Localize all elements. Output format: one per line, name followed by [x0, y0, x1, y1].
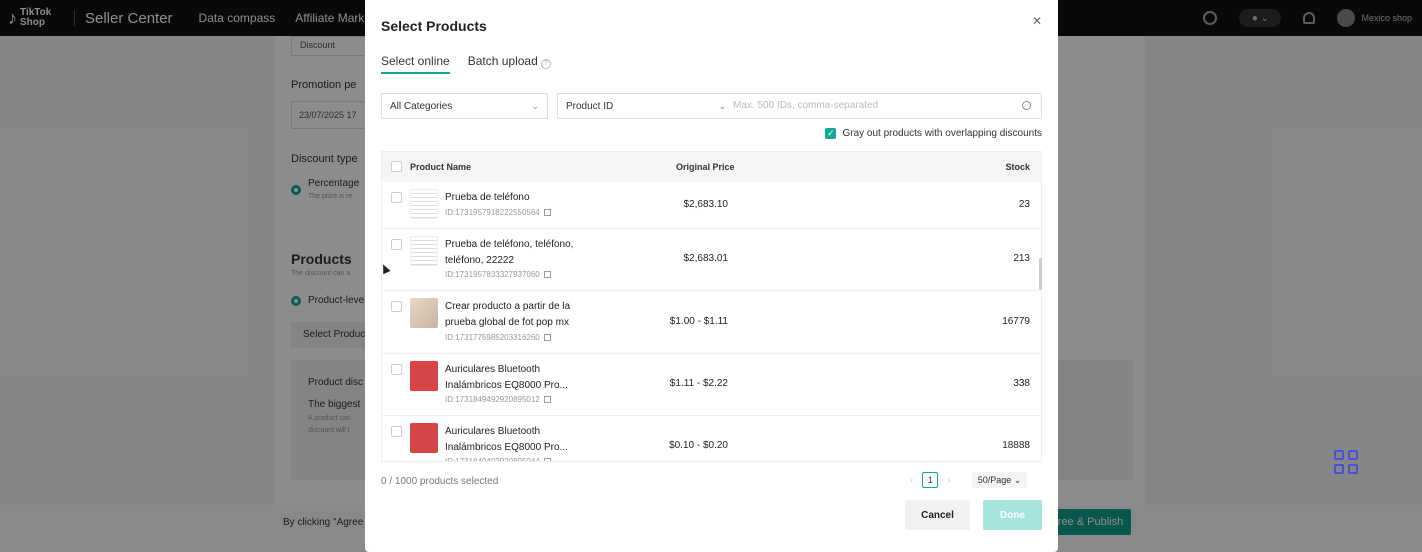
search-icon[interactable]	[1022, 101, 1031, 110]
select-all-checkbox[interactable]	[391, 161, 402, 172]
copy-icon[interactable]	[543, 271, 551, 279]
category-select[interactable]: All Categories ⌄	[381, 93, 548, 119]
products-table: Product Name Original Price Stock Prueba…	[381, 151, 1042, 462]
product-price: $1.00 - $1.11	[669, 316, 728, 327]
chevron-right-icon[interactable]: ›	[947, 475, 950, 486]
tab-batch-upload-label: Batch upload	[467, 54, 538, 68]
row-checkbox[interactable]	[391, 192, 402, 203]
product-name: Crear producto a partir de la prueba glo…	[445, 301, 571, 328]
gray-out-option[interactable]: ✓ Gray out products with overlapping dis…	[825, 128, 1042, 139]
table-header: Product Name Original Price Stock	[382, 152, 1041, 182]
product-thumbnail	[410, 423, 438, 453]
product-id-text: ID:1731957833327937060	[445, 270, 540, 279]
product-search-bar[interactable]: Product ID ⌄ Max. 500 IDs, comma-separat…	[557, 93, 1042, 119]
product-id: ID:1731849492920895012	[445, 395, 551, 404]
product-price: $0.10 - $0.20	[669, 440, 728, 451]
help-icon[interactable]: ?	[540, 59, 551, 69]
search-type-select[interactable]: Product ID ⌄	[566, 101, 726, 112]
product-id-text: ID:1731849492920895044	[445, 457, 540, 462]
per-page-select[interactable]: 50/Page ⌄	[971, 472, 1028, 488]
table-row[interactable]: Crear producto a partir de la prueba glo…	[382, 291, 1041, 354]
pagination: ‹ 1 › 50/Page ⌄	[901, 472, 1028, 488]
row-checkbox[interactable]	[391, 364, 402, 375]
copy-icon[interactable]	[543, 209, 551, 217]
copy-icon[interactable]	[543, 458, 551, 461]
row-checkbox[interactable]	[391, 301, 402, 312]
product-id-text: ID:1731775985203316260	[445, 333, 540, 342]
page-number-current[interactable]: 1	[922, 472, 939, 488]
product-name: Prueba de teléfono, teléfono, teléfono, …	[445, 239, 574, 266]
chevron-left-icon[interactable]: ‹	[910, 475, 913, 486]
product-name: Auriculares Bluetooth Inalámbricos EQ800…	[445, 364, 568, 391]
column-original-price: Original Price	[676, 162, 735, 172]
search-input[interactable]: Max. 500 IDs, comma-separated	[733, 100, 878, 111]
per-page-value: 50/Page	[977, 475, 1012, 485]
modal-title: Select Products	[381, 18, 487, 34]
table-row[interactable]: Prueba de teléfono, teléfono, teléfono, …	[382, 229, 1041, 291]
column-stock: Stock	[1005, 162, 1030, 172]
copy-icon[interactable]	[543, 396, 551, 404]
copy-icon[interactable]	[543, 334, 551, 342]
search-type-value: Product ID	[566, 100, 614, 112]
chevron-down-icon: ⌄	[531, 100, 539, 111]
product-thumbnail	[410, 189, 438, 219]
product-stock: 213	[1013, 253, 1030, 264]
product-stock: 23	[1018, 199, 1030, 210]
table-scrollbar[interactable]	[1039, 258, 1042, 290]
product-thumbnail	[410, 236, 438, 266]
table-row[interactable]: Prueba de teléfono ID:173195791822255056…	[382, 182, 1041, 229]
gray-out-checkbox[interactable]: ✓	[825, 128, 837, 139]
table-row[interactable]: Auriculares Bluetooth Inalámbricos EQ800…	[382, 416, 1041, 462]
product-price: $1.11 - $2.22	[669, 378, 728, 389]
product-stock: 16779	[1002, 316, 1030, 327]
product-price: $2,683.01	[683, 253, 729, 264]
product-id: ID:1731775985203316260	[445, 333, 551, 342]
modal-tabs: Select online Batch upload?	[381, 54, 569, 74]
product-stock: 18888	[1002, 440, 1030, 451]
cancel-button[interactable]: Cancel	[905, 500, 970, 530]
close-icon[interactable]: ✕	[1032, 14, 1042, 28]
chevron-down-icon: ⌄	[718, 100, 726, 111]
selected-count: 0 / 1000 products selected	[381, 476, 499, 487]
product-id-text: ID:1731849492920895012	[445, 395, 540, 404]
product-thumbnail	[410, 298, 438, 328]
chevron-down-icon: ⌄	[1013, 474, 1022, 485]
product-name: Auriculares Bluetooth Inalámbricos EQ800…	[445, 426, 568, 453]
row-checkbox[interactable]	[391, 426, 402, 437]
gray-out-label: Gray out products with overlapping disco…	[842, 128, 1042, 139]
table-row[interactable]: Auriculares Bluetooth Inalámbricos EQ800…	[382, 354, 1041, 416]
apps-grid-icon[interactable]	[1334, 450, 1358, 474]
tab-batch-upload[interactable]: Batch upload?	[468, 54, 551, 74]
product-id: ID:1731849492920895044	[445, 457, 551, 462]
product-id: ID:1731957918222550564	[445, 208, 551, 217]
row-checkbox[interactable]	[391, 239, 402, 250]
product-stock: 338	[1013, 378, 1030, 389]
product-id: ID:1731957833327937060	[445, 270, 551, 279]
product-id-text: ID:1731957918222550564	[445, 208, 540, 217]
product-price: $2,683.10	[683, 199, 729, 210]
category-select-value: All Categories	[390, 100, 453, 112]
product-name: Prueba de teléfono	[445, 192, 530, 203]
select-products-modal: Select Products ✕ Select online Batch up…	[365, 0, 1058, 552]
tab-select-online[interactable]: Select online	[381, 54, 450, 74]
product-thumbnail	[410, 361, 438, 391]
done-button[interactable]: Done	[983, 500, 1042, 530]
column-product-name: Product Name	[410, 162, 472, 172]
